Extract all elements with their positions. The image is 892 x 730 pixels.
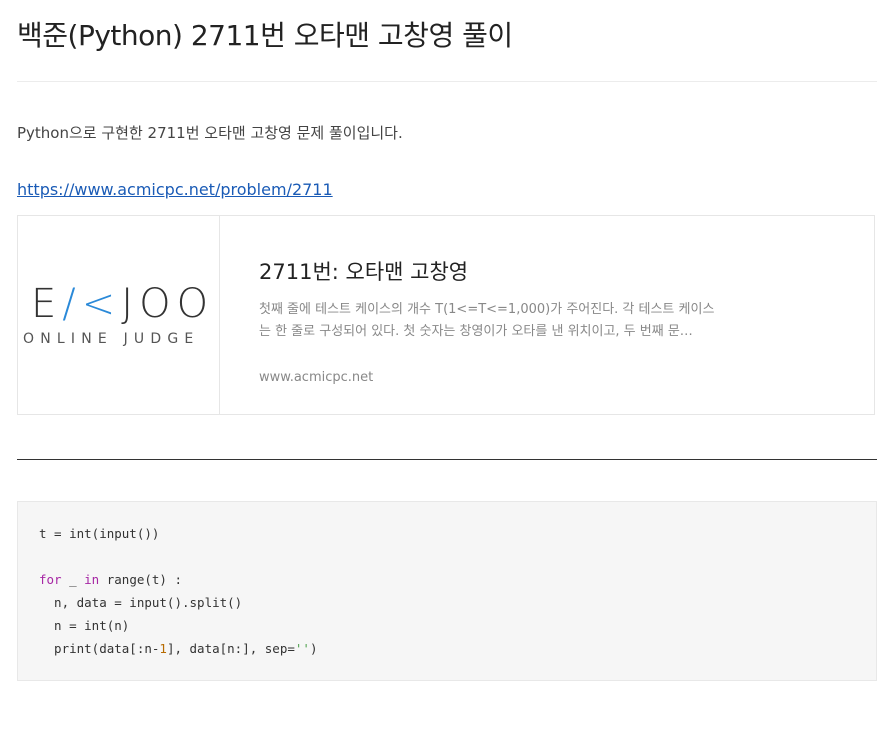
code-line-6: print(data[:n-1], data[n:], sep='') (39, 641, 318, 656)
code-block[interactable]: t = int(input()) for _ in range(t) : n, … (17, 501, 877, 681)
logo-subtitle: ONLINE JUDGE (23, 331, 200, 347)
card-title[interactable]: 2711번: 오타맨 고창영 (259, 256, 468, 286)
baekjoon-logo: E/<JOO (31, 284, 214, 324)
card-host: www.acmicpc.net (259, 370, 374, 385)
code-line-3: for _ in range(t) : (39, 572, 183, 587)
card-thumbnail[interactable]: E/<JOO ONLINE JUDGE (18, 216, 220, 414)
post-intro: Python으로 구현한 2711번 오타맨 고창영 문제 풀이입니다. (17, 124, 403, 142)
problem-link[interactable]: https://www.acmicpc.net/problem/2711 (17, 180, 333, 199)
code-line-4: n, data = input().split() (39, 595, 243, 610)
card-description-line-1: 첫째 줄에 테스트 케이스의 개수 T(1<=T<=1,000)가 주어진다. … (259, 302, 715, 317)
code-line-5: n = int(n) (39, 618, 130, 633)
logo-letters-joo: JOO (121, 281, 215, 327)
horizontal-rule (17, 459, 877, 460)
post-title: 백준(Python) 2711번 오타맨 고창영 풀이 (17, 19, 513, 52)
title-divider (17, 81, 877, 82)
code-content[interactable]: t = int(input()) for _ in range(t) : n, … (39, 522, 317, 660)
card-description: 첫째 줄에 테스트 케이스의 개수 T(1<=T<=1,000)가 주어진다. … (259, 299, 729, 343)
logo-letter-e: E (31, 281, 63, 327)
link-preview-card[interactable]: E/<JOO ONLINE JUDGE 2711번: 오타맨 고창영 첫째 줄에… (17, 215, 875, 415)
code-line-1: t = int(input()) (39, 526, 160, 541)
card-description-line-2: 는 한 줄로 구성되어 있다. 첫 숫자는 창영이가 오타를 낸 위치이고, 두… (259, 324, 693, 339)
logo-accent: /< (62, 281, 122, 327)
